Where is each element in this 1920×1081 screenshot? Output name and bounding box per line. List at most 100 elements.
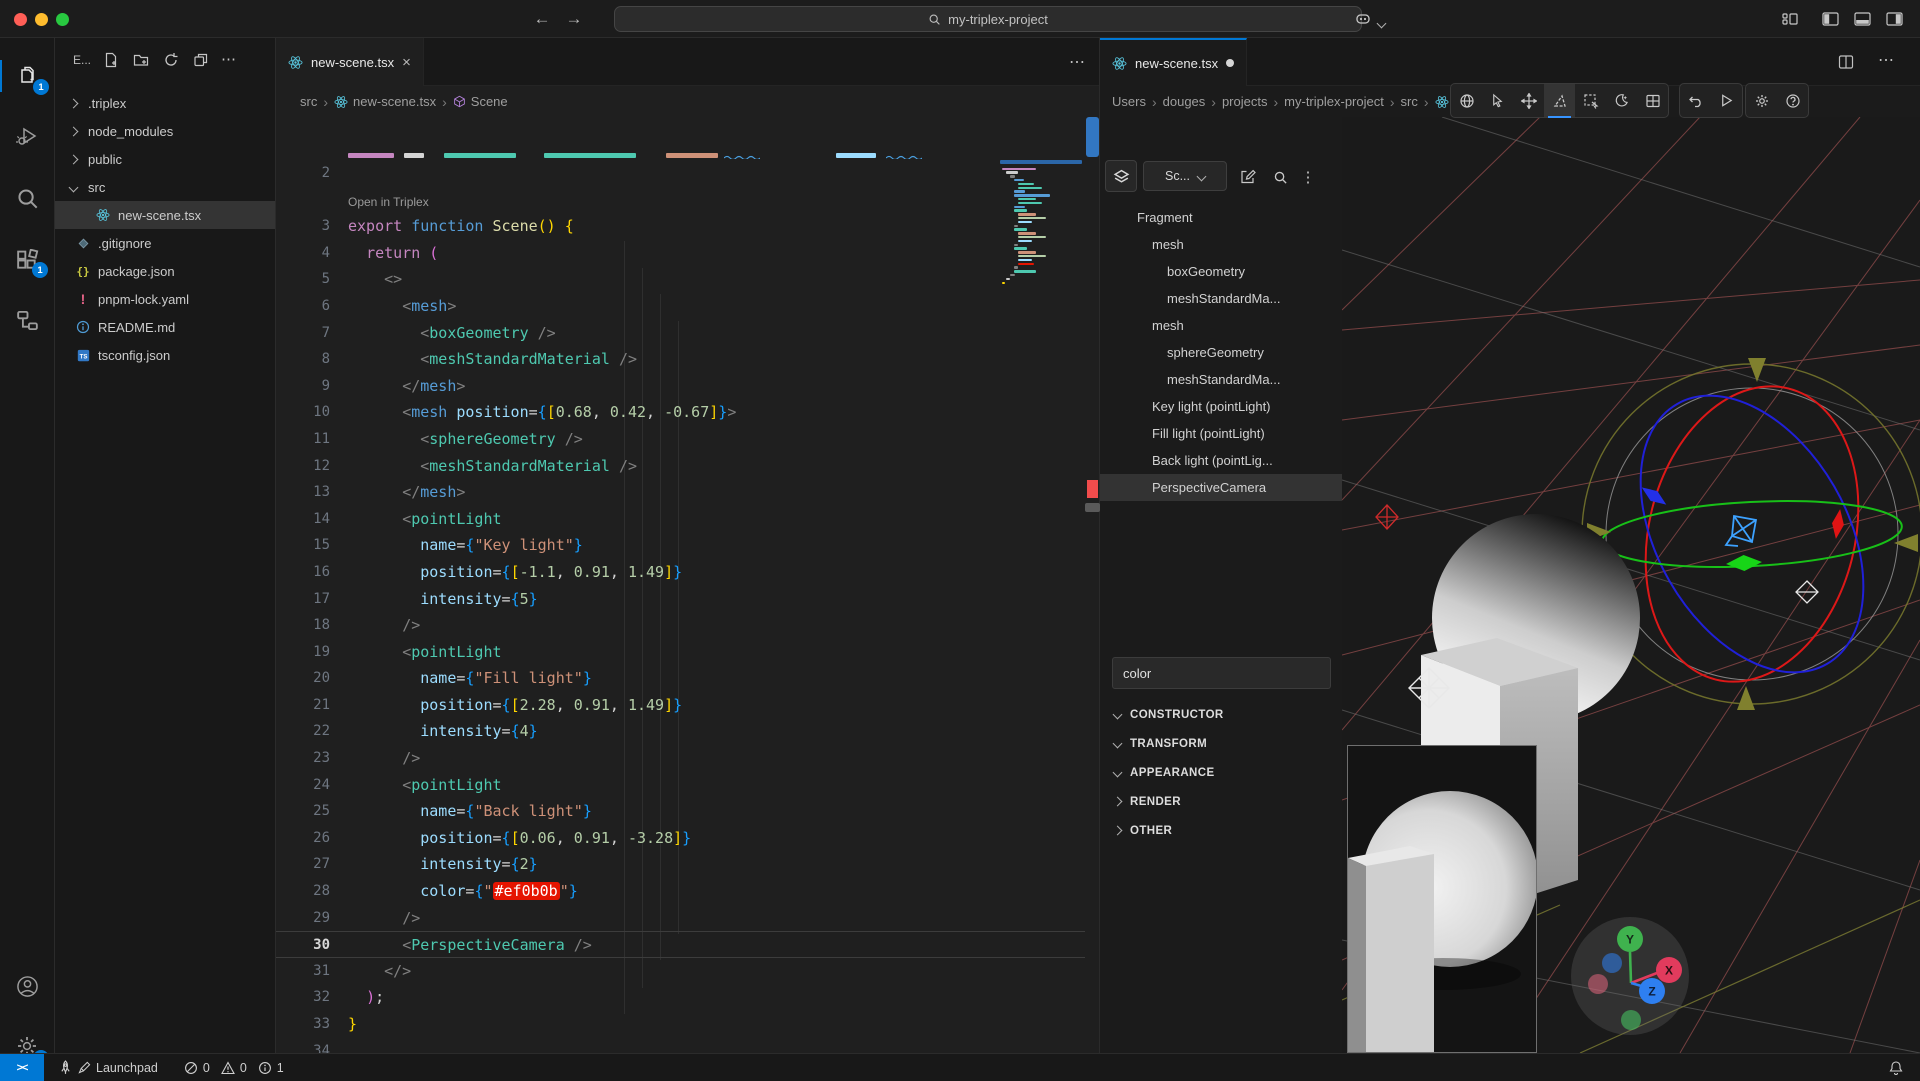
code-line[interactable]: 22 intensity={4} [276, 718, 1085, 745]
toggle-panel-icon[interactable] [1852, 9, 1872, 29]
code-line[interactable]: 28 color={"#ef0b0b"} [276, 878, 1085, 905]
code-line[interactable]: 9 </mesh> [276, 373, 1085, 400]
file-tree-item[interactable]: TStsconfig.json [55, 341, 275, 369]
scene-search-button[interactable] [1268, 165, 1292, 189]
toggle-secondary-sidebar-icon[interactable] [1884, 9, 1904, 29]
code-line[interactable]: 29 /> [276, 905, 1085, 932]
breadcrumb-segment[interactable]: src [1401, 94, 1418, 109]
window-zoom-button[interactable] [56, 13, 69, 26]
scene-tree-item[interactable]: meshStandardMa... [1100, 285, 1342, 312]
account-button[interactable] [0, 962, 54, 1010]
prop-section-header[interactable]: RENDER [1100, 787, 1342, 816]
play-button[interactable] [1711, 84, 1742, 117]
window-close-button[interactable] [14, 13, 27, 26]
code-line[interactable]: 24 <pointLight [276, 772, 1085, 799]
collapse-folders-icon[interactable] [191, 50, 211, 70]
window-minimize-button[interactable] [35, 13, 48, 26]
copilot-icon[interactable] [1352, 9, 1374, 29]
code-line[interactable]: 32 ); [276, 984, 1085, 1011]
scroll-marker[interactable] [1085, 503, 1100, 512]
light-helper-red-icon[interactable] [1376, 505, 1398, 529]
help-button[interactable] [1777, 84, 1808, 117]
code-line[interactable]: 21 position={[2.28, 0.91, 1.49]} [276, 692, 1085, 719]
code-line[interactable]: 16 position={[-1.1, 0.91, 1.49]} [276, 559, 1085, 586]
toggle-primary-sidebar-icon[interactable] [1820, 9, 1840, 29]
editor-tab[interactable]: new-scene.tsx × [276, 38, 424, 86]
viewport-settings-button[interactable] [1746, 84, 1777, 117]
problems-item[interactable]: 0 0 1 [184, 1061, 284, 1075]
rotate-tool-button[interactable] [1544, 84, 1575, 117]
prop-section-header[interactable]: OTHER [1100, 816, 1342, 845]
code-line[interactable]: 2 [276, 160, 1085, 187]
editor-more-actions-icon[interactable]: ⋯ [1069, 52, 1085, 72]
world-space-button[interactable] [1451, 84, 1482, 117]
code-line[interactable]: 4 return ( [276, 240, 1085, 267]
breadcrumb-segment[interactable]: Users [1112, 94, 1146, 109]
lighting-toggle-button[interactable] [1606, 84, 1637, 117]
code-line[interactable]: 18 /> [276, 612, 1085, 639]
notifications-bell-icon[interactable] [1888, 1060, 1904, 1076]
scene-tree-item[interactable]: boxGeometry [1100, 258, 1342, 285]
code-line[interactable]: 19 <pointLight [276, 639, 1085, 666]
codelens-open-in-triplex[interactable]: Open in Triplex [276, 187, 1085, 214]
code-line[interactable]: 17 intensity={5} [276, 586, 1085, 613]
code-line[interactable]: 23 /> [276, 745, 1085, 772]
breadcrumb-segment[interactable]: src [300, 94, 317, 109]
activity-explorer-button[interactable]: 1 [0, 52, 54, 100]
scale-tool-button[interactable] [1575, 84, 1606, 117]
file-tree-item[interactable]: src [55, 173, 275, 201]
breadcrumb-segment[interactable]: my-triplex-project [1284, 94, 1384, 109]
scene-tree-item[interactable]: Back light (pointLig... [1100, 447, 1342, 474]
axis-gizmo[interactable]: Y X Z [1568, 914, 1692, 1038]
file-tree-item[interactable]: new-scene.tsx [55, 201, 275, 229]
code-line[interactable]: 12 <meshStandardMaterial /> [276, 453, 1085, 480]
component-select[interactable]: Sc... [1143, 161, 1227, 191]
new-file-icon[interactable] [101, 50, 121, 70]
code-line[interactable]: 11 <sphereGeometry /> [276, 426, 1085, 453]
code-line[interactable]: 30 <PerspectiveCamera /> [276, 931, 1085, 958]
file-tree-item[interactable]: public [55, 145, 275, 173]
split-editor-icon[interactable] [1836, 52, 1856, 72]
code-line[interactable]: 31 </> [276, 958, 1085, 985]
prop-section-header[interactable]: APPEARANCE [1100, 758, 1342, 787]
scrollbar-thumb[interactable] [1086, 117, 1099, 157]
code-line[interactable]: 6 <mesh> [276, 293, 1085, 320]
breadcrumb-segment[interactable]: douges [1163, 94, 1206, 109]
minimap[interactable] [1000, 160, 1083, 560]
navigate-forward-button[interactable]: → [562, 7, 586, 31]
code-line[interactable]: 34 [276, 1038, 1085, 1053]
file-tree-item[interactable]: {}package.json [55, 257, 275, 285]
activity-search-button[interactable] [0, 174, 54, 222]
axis-neg-z-ball[interactable] [1602, 953, 1622, 973]
code-line[interactable]: 13 </mesh> [276, 479, 1085, 506]
code-line[interactable]: 26 position={[0.06, 0.91, -3.28]} [276, 825, 1085, 852]
code-line[interactable]: 5 <> [276, 266, 1085, 293]
scene-drawer-button[interactable] [1105, 160, 1137, 192]
code-line[interactable]: 15 name={"Key light"} [276, 532, 1085, 559]
activity-run-debug-button[interactable] [0, 113, 54, 161]
light-helper-small-icon[interactable] [1796, 581, 1818, 603]
refresh-icon[interactable] [161, 50, 181, 70]
prop-section-header[interactable]: TRANSFORM [1100, 729, 1342, 758]
select-tool-button[interactable] [1482, 84, 1513, 117]
code-line[interactable]: 3export function Scene() { [276, 213, 1085, 240]
translate-tool-button[interactable] [1513, 84, 1544, 117]
code-line[interactable]: 7 <boxGeometry /> [276, 320, 1085, 347]
code-line[interactable]: 27 intensity={2} [276, 851, 1085, 878]
copilot-chevron-icon[interactable] [1378, 14, 1385, 32]
scene-tree-item[interactable]: sphereGeometry [1100, 339, 1342, 366]
code-line[interactable]: 25 name={"Back light"} [276, 798, 1085, 825]
explorer-more-actions-icon[interactable]: ⋯ [221, 50, 241, 70]
code-line[interactable]: 14 <pointLight [276, 506, 1085, 533]
remote-indicator[interactable]: >< [0, 1054, 44, 1081]
activity-triplex-button[interactable] [0, 296, 54, 344]
scene-tree-item[interactable]: mesh [1100, 231, 1342, 258]
code-line[interactable]: 33} [276, 1011, 1085, 1038]
undo-button[interactable] [1680, 84, 1711, 117]
scene-more-actions-icon[interactable]: ⋮ [1298, 165, 1318, 189]
scene-tree-item[interactable]: Key light (pointLight) [1100, 393, 1342, 420]
file-tree-item[interactable]: node_modules [55, 117, 275, 145]
scene-tree-item[interactable]: Fill light (pointLight) [1100, 420, 1342, 447]
file-tree-item[interactable]: .gitignore [55, 229, 275, 257]
axis-neg-x-ball[interactable] [1588, 974, 1608, 994]
